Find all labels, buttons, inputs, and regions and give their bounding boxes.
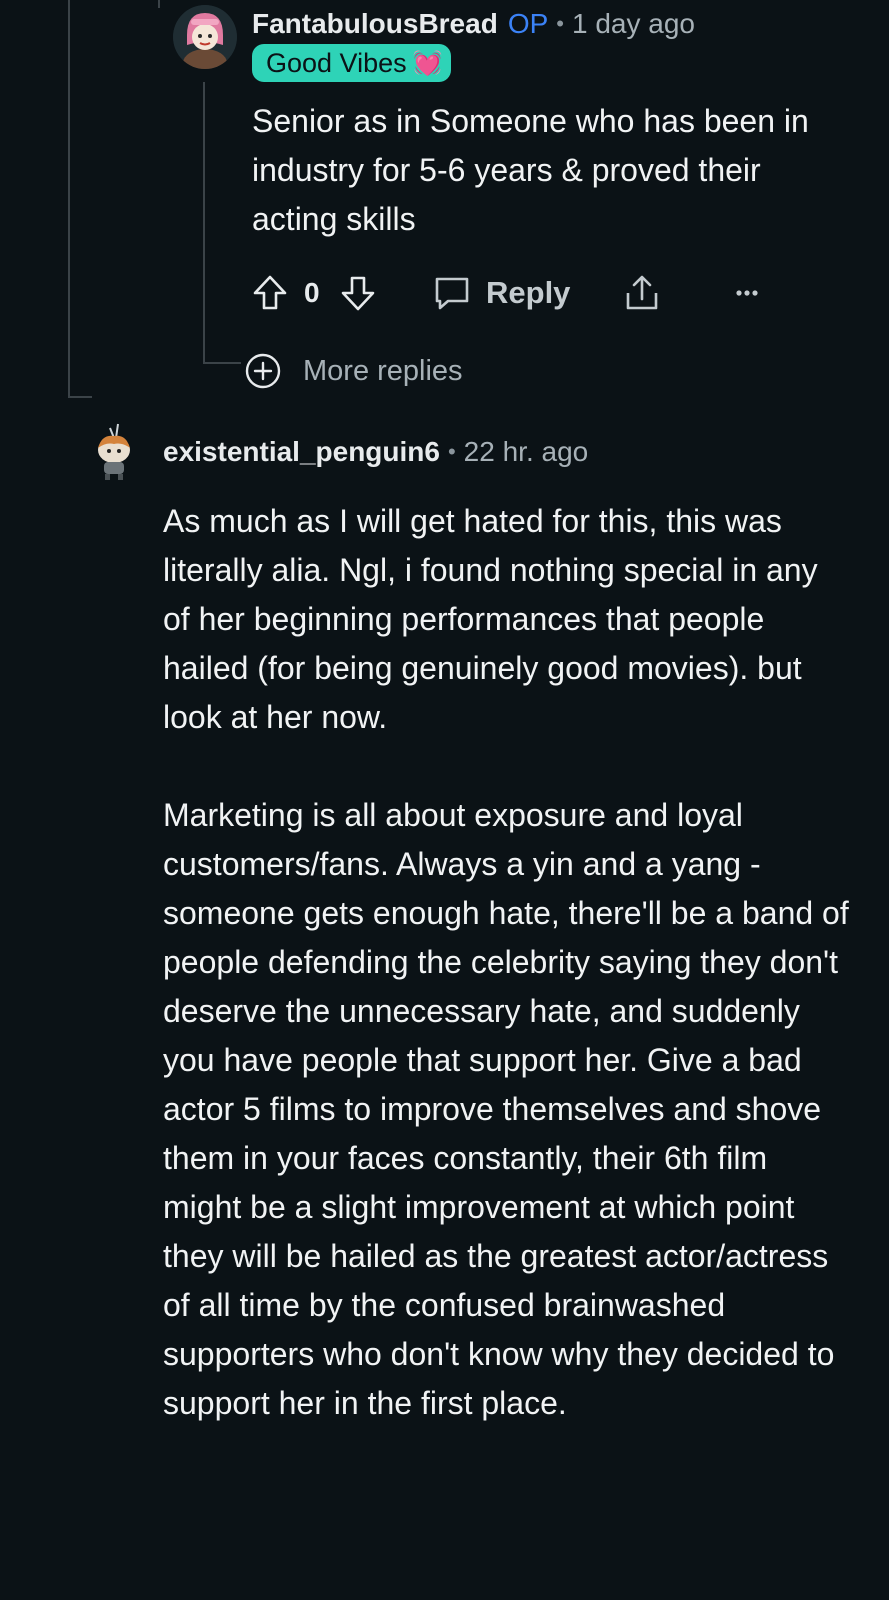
plus-circle-icon [245,353,281,389]
avatar-image [98,423,130,480]
flair-label: Good Vibes [266,47,407,78]
more-replies-label: More replies [303,354,463,387]
comment-actions: 0 Reply [252,268,792,318]
score-value: 0 [304,277,320,308]
comment-header: existential_penguin6 • 22 hr. ago [163,430,588,474]
comment-body: As much as I will get hated for this, th… [163,497,853,1428]
comment-paragraph: Marketing is all about exposure and loya… [163,797,849,1421]
share-icon [626,275,658,310]
share-button[interactable] [622,268,662,318]
thread-line-outer [68,0,70,398]
timestamp: 1 day ago [571,8,695,39]
comment-header: FantabulousBread OP • 1 day ago [252,4,695,44]
overflow-menu-button[interactable] [732,268,762,318]
thread-line-inner-elbow [203,362,241,364]
separator-dot: • [447,439,456,464]
author-name[interactable]: existential_penguin6 [163,436,440,468]
author-name[interactable]: FantabulousBread [252,8,498,40]
downvote-button[interactable] [340,268,376,318]
reply-button[interactable]: Reply [432,268,570,318]
avatar[interactable] [92,422,136,482]
avatar-image [173,5,237,69]
comment-paragraph: As much as I will get hated for this, th… [163,503,818,735]
comment-bubble-icon [435,277,469,310]
upvote-button[interactable] [252,268,288,318]
arrow-up-icon [253,275,287,310]
timestamp: 22 hr. ago [463,436,589,467]
comment-body: Senior as in Someone who has been in ind… [252,97,852,244]
arrow-down-icon [341,276,375,311]
separator-dot: • [556,11,564,36]
more-horizontal-icon [736,290,758,296]
comment-paragraph: Senior as in Someone who has been in ind… [252,103,809,237]
user-flair: Good Vibes 💓 [252,44,451,82]
heart-emoji: 💓 [412,49,443,77]
more-replies-button[interactable]: More replies [243,351,463,391]
op-tag: OP [507,8,549,39]
thread-line-top [158,0,160,8]
thread-line-inner [203,82,205,364]
vote-score: 0 [304,268,320,318]
avatar[interactable] [173,5,237,69]
reply-label: Reply [486,275,571,310]
thread-line-outer-elbow [68,396,92,398]
